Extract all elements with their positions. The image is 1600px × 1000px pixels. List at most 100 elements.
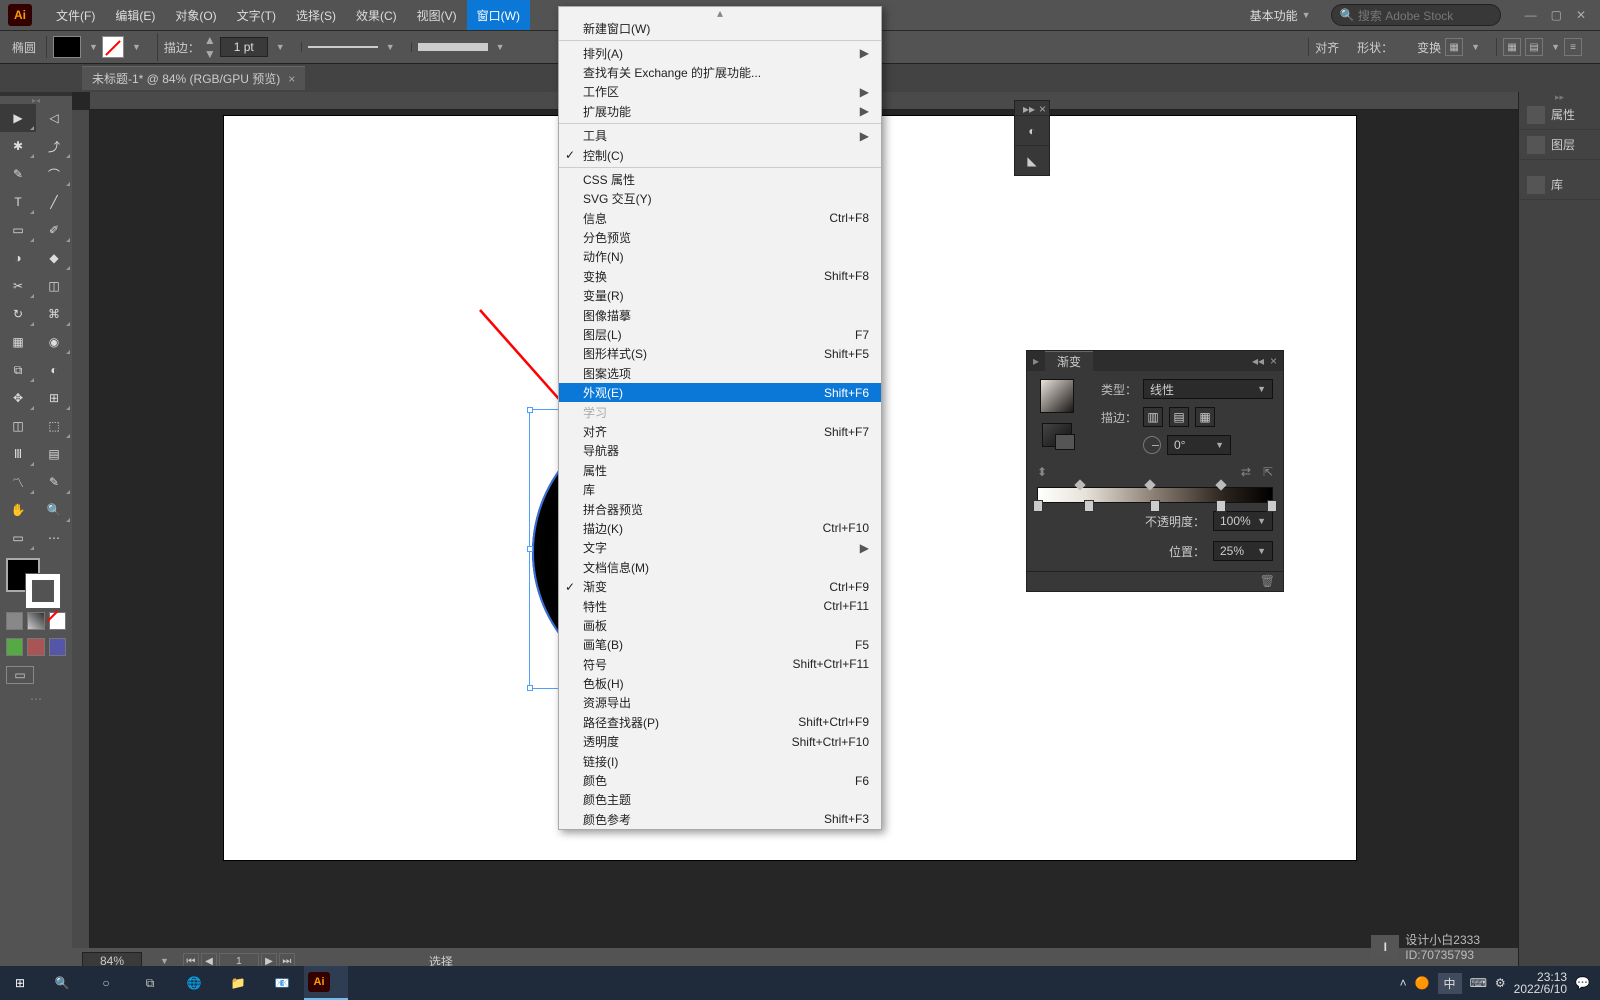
window-menu-item[interactable]: 动作(N) (559, 247, 881, 266)
tool-16[interactable]: ▦ (0, 328, 36, 356)
task-app1[interactable]: 📧 (260, 966, 304, 1000)
gradient-ramp[interactable] (1037, 487, 1273, 503)
tool-21[interactable]: ⊞ (36, 384, 72, 412)
window-menu-item[interactable]: 扩展功能▶ (559, 102, 881, 121)
edit-toolbar-icon[interactable]: ⋯ (0, 690, 72, 708)
close-icon[interactable]: ✕ (1576, 8, 1586, 22)
gradient-type-select[interactable]: 线性▼ (1143, 379, 1273, 399)
window-menu-item[interactable]: 画笔(B)F5 (559, 635, 881, 654)
menu-window[interactable]: 窗口(W) (467, 0, 530, 30)
tool-17[interactable]: ◉ (36, 328, 72, 356)
task-edge[interactable]: 🌐 (172, 966, 216, 1000)
menu-effect[interactable]: 效果(C) (346, 0, 407, 30)
tool-4[interactable]: ✎ (0, 160, 36, 188)
tool-25[interactable]: ▤ (36, 440, 72, 468)
tray-clock[interactable]: 23:132022/6/10 (1514, 971, 1567, 995)
window-menu-item[interactable]: 排列(A)▶ (559, 43, 881, 62)
gradient-stop[interactable] (1267, 500, 1277, 512)
gradient-midpoint[interactable] (1215, 479, 1226, 490)
stroke-swatch[interactable] (102, 36, 124, 58)
gradient-panel-tab[interactable]: 渐变 (1045, 351, 1093, 371)
window-menu-item[interactable]: 链接(I) (559, 751, 881, 770)
tray-chevron-icon[interactable]: ˄ (1400, 976, 1407, 990)
color-panel-icon[interactable]: ◐ (1015, 115, 1049, 145)
gradient-preview[interactable] (1040, 379, 1074, 413)
delete-stop-icon[interactable]: 🗑 (1260, 574, 1275, 589)
window-menu-item[interactable]: 变量(R) (559, 286, 881, 305)
tray-settings-icon[interactable]: ⚙ (1495, 976, 1506, 990)
workspace-switcher[interactable]: 基本功能▼ (1240, 7, 1321, 24)
dock-layers[interactable]: 图层 (1519, 130, 1600, 160)
color-guide-panel-icon[interactable]: ◣ (1015, 145, 1049, 175)
maximize-icon[interactable]: ▢ (1551, 8, 1562, 22)
tool-3[interactable]: ⤴ (36, 132, 72, 160)
gradient-mode-icon[interactable] (27, 612, 44, 630)
tool-19[interactable]: ◐ (36, 356, 72, 384)
tool-26[interactable]: 〽 (0, 468, 36, 496)
minimize-icon[interactable]: — (1525, 8, 1537, 22)
tool-6[interactable]: T (0, 188, 36, 216)
window-menu-item[interactable]: CSS 属性 (559, 170, 881, 189)
stroke-width-input[interactable] (220, 37, 268, 57)
gradient-stop[interactable] (1150, 500, 1160, 512)
window-menu-item[interactable]: 透明度Shift+Ctrl+F10 (559, 732, 881, 751)
window-menu-item[interactable]: ✓控制(C) (559, 145, 881, 164)
window-menu-item[interactable]: 新建窗口(W) (559, 19, 881, 38)
stroke-gradient-within-icon[interactable]: ▥ (1143, 407, 1163, 427)
tool-27[interactable]: ✎ (36, 468, 72, 496)
tool-24[interactable]: Ⅲ (0, 440, 36, 468)
menu-grip[interactable]: ▴ (559, 7, 881, 19)
tool-18[interactable]: ⧉ (0, 356, 36, 384)
task-taskview[interactable]: ⧉ (128, 966, 172, 1000)
window-menu-item[interactable]: SVG 交互(Y) (559, 189, 881, 208)
window-menu-item[interactable]: ✓渐变Ctrl+F9 (559, 577, 881, 596)
tool-1[interactable]: ◁ (36, 104, 72, 132)
gradient-stop[interactable] (1084, 500, 1094, 512)
floating-mini-panel[interactable]: ▸▸× ◐ ◣ (1014, 100, 1050, 176)
more-icon[interactable]: ≡ (1564, 38, 1582, 56)
tool-23[interactable]: ⬚ (36, 412, 72, 440)
tool-29[interactable]: 🔍 (36, 496, 72, 524)
color-mode-icon[interactable] (6, 612, 23, 630)
panel-close-icon[interactable]: × (1270, 354, 1277, 368)
gradient-opacity-input[interactable]: 100%▼ (1213, 511, 1273, 531)
window-menu-item[interactable]: 颜色F6 (559, 771, 881, 790)
gradient-angle-input[interactable]: 0°▼ (1167, 435, 1231, 455)
stroke-dash-sample[interactable] (308, 46, 378, 48)
tray-notification-icon[interactable]: 💬 (1575, 976, 1590, 990)
tool-13[interactable]: ◫ (36, 272, 72, 300)
gradient-stop[interactable] (1033, 500, 1043, 512)
search-stock[interactable]: 🔍 搜索 Adobe Stock (1331, 4, 1501, 26)
gradient-panel[interactable]: ▸ 渐变 ◂◂× 类型： 线性▼ 描边： ▥ ▤ ▦ 0°▼ ⬍ ⇄ ⇱ (1026, 350, 1284, 592)
tray-keyboard-icon[interactable]: ⌨ (1470, 976, 1487, 990)
tool-14[interactable]: ↻ (0, 300, 36, 328)
window-menu-item[interactable]: 工具▶ (559, 126, 881, 145)
panel-close-icon[interactable]: × (1039, 102, 1046, 114)
window-menu-item[interactable]: 资源导出 (559, 693, 881, 712)
tray-ime-icon[interactable]: 🟠 (1415, 976, 1430, 990)
window-menu-item[interactable]: 分色预览 (559, 228, 881, 247)
fill-stroke-swatches[interactable] (0, 556, 72, 608)
window-menu-item[interactable]: 拼合器预览 (559, 499, 881, 518)
tool-11[interactable]: ◆ (36, 244, 72, 272)
arrange-icon[interactable]: ▤ (1525, 38, 1543, 56)
stroke-gradient-across-icon[interactable]: ▦ (1195, 407, 1215, 427)
gradient-midpoint[interactable] (1145, 479, 1156, 490)
draw-inside-icon[interactable] (49, 638, 66, 656)
window-menu-item[interactable]: 色板(H) (559, 674, 881, 693)
tool-5[interactable]: ⌒ (36, 160, 72, 188)
window-menu-item[interactable]: 导航器 (559, 441, 881, 460)
window-menu-item[interactable]: 库 (559, 480, 881, 499)
window-menu-item[interactable]: 工作区▶ (559, 82, 881, 101)
window-menu-item[interactable]: 描边(K)Ctrl+F10 (559, 519, 881, 538)
draw-behind-icon[interactable] (27, 638, 44, 656)
toolbox-grip[interactable]: ▸◂ (0, 96, 72, 104)
ruler-vertical[interactable] (72, 110, 90, 974)
menu-type[interactable]: 文字(T) (227, 0, 286, 30)
task-explorer[interactable]: 📁 (216, 966, 260, 1000)
window-menu-item[interactable]: 颜色参考Shift+F3 (559, 810, 881, 829)
menu-view[interactable]: 视图(V) (407, 0, 467, 30)
window-menu-item[interactable]: 变换Shift+F8 (559, 267, 881, 286)
screen-mode-icon[interactable]: ▭ (6, 666, 34, 684)
tool-31[interactable]: ⋯ (36, 524, 72, 552)
